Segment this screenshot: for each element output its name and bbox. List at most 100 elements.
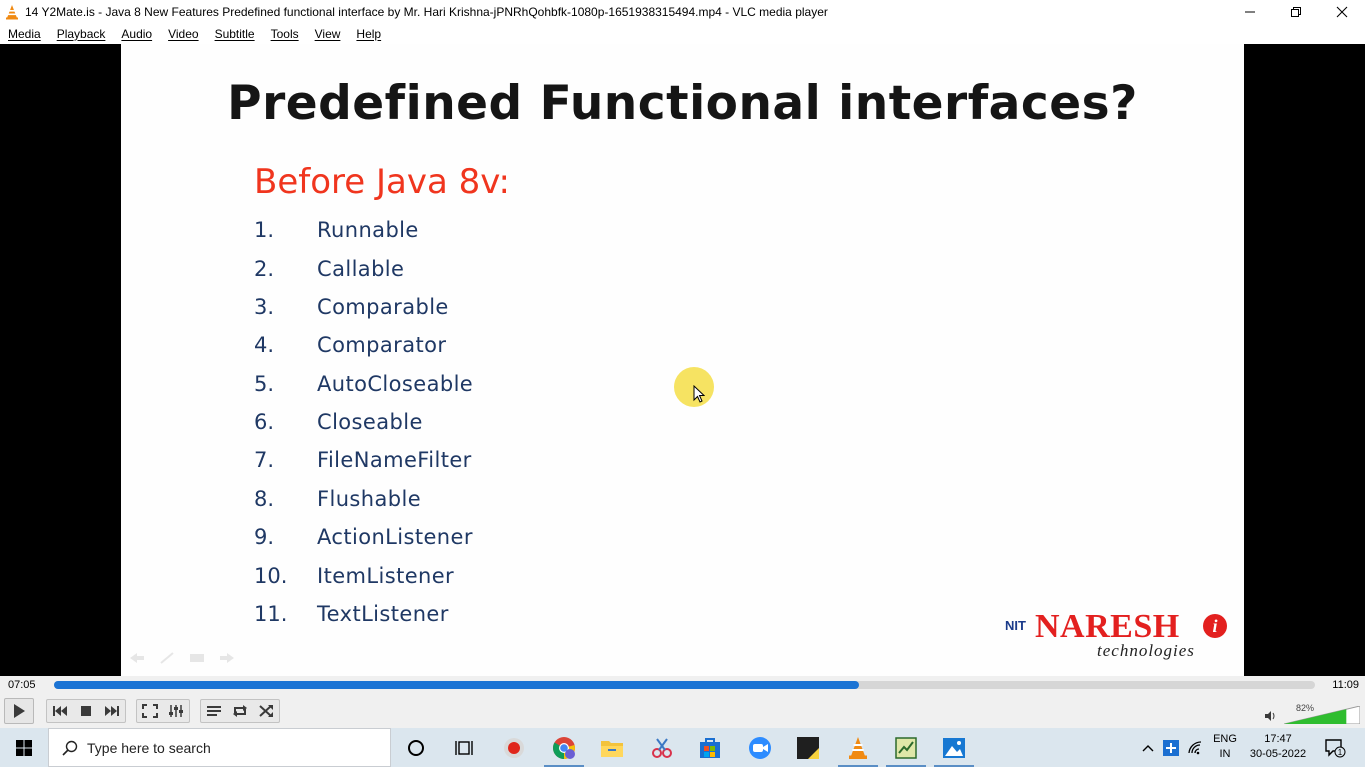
playback-controls: 82% [0,696,1365,728]
cortana-icon [408,739,424,756]
vlc-window: 14 Y2Mate.is - Java 8 New Features Prede… [0,0,1365,767]
pen-icon[interactable] [159,652,175,664]
taskbar-zoom-app[interactable] [736,728,784,767]
task-view-button[interactable] [440,728,488,767]
list-item-number: 6. [254,410,275,434]
close-button[interactable] [1319,0,1365,23]
system-clock[interactable]: 17:47 30-05-2022 [1245,732,1311,762]
previous-slide-icon[interactable] [129,652,145,664]
taskbar-photos-app[interactable] [930,728,978,767]
menu-view[interactable]: View [315,27,341,41]
list-item-label: Comparable [317,295,449,319]
search-icon [62,740,78,756]
vlc-cone-icon [4,4,20,20]
menu-media[interactable]: Media [8,27,41,41]
tray-app-button[interactable] [1160,728,1182,767]
next-slide-icon[interactable] [219,652,235,664]
slide-menu-icon[interactable] [189,652,205,664]
total-time: 11:09 [1332,679,1359,691]
cortana-button[interactable] [392,728,440,767]
slide-subtitle: Before Java 8v: [254,162,510,202]
start-button[interactable] [0,728,48,767]
taskbar-snipping-app[interactable] [638,728,686,767]
previous-button[interactable] [47,699,73,723]
taskbar-explorer-app[interactable] [588,728,636,767]
fullscreen-button[interactable] [137,699,163,723]
logo-mark: NIT [1005,618,1026,633]
menu-help[interactable]: Help [356,27,381,41]
taskbar-sticky-notes-app[interactable] [784,728,832,767]
windows-logo-icon [16,739,32,756]
shuffle-icon [259,705,273,717]
extended-settings-button[interactable] [163,699,189,723]
taskbar-chrome-app[interactable] [540,728,588,767]
notification-icon: 1 [1325,738,1346,757]
equalizer-icon [169,705,183,717]
list-item-number: 4. [254,333,275,357]
chrome-icon [553,736,575,759]
taskbar-recorder-app[interactable] [490,728,538,767]
photos-icon [943,737,965,758]
stop-button[interactable] [73,699,99,723]
playlist-icon [207,706,221,716]
list-item-label: ActionListener [317,525,473,549]
menu-video[interactable]: Video [168,27,198,41]
minimize-button[interactable] [1227,0,1273,23]
list-item-number: 5. [254,372,275,396]
playlist-button[interactable] [201,699,227,723]
taskbar-vlc-app[interactable] [834,728,882,767]
menu-subtitle[interactable]: Subtitle [215,27,255,41]
clock-time: 17:47 [1264,733,1292,745]
loop-icon [233,705,247,717]
list-item-label: TextListener [317,602,449,626]
next-button[interactable] [99,699,125,723]
title-bar: 14 Y2Mate.is - Java 8 New Features Prede… [0,0,1365,23]
list-item-number: 3. [254,295,275,319]
list-item-label: Callable [317,257,405,281]
vlc-cone-icon [849,736,867,759]
slide-title: Predefined Functional interfaces? [227,76,1138,131]
plus-tray-icon [1163,739,1179,756]
list-item-label: Flushable [317,487,422,511]
search-input[interactable] [87,737,377,759]
taskbar-store-app[interactable] [686,728,734,767]
window-title: 14 Y2Mate.is - Java 8 New Features Prede… [25,4,828,19]
play-button[interactable] [4,698,34,724]
list-item-number: 11. [254,602,288,626]
folder-icon [601,740,623,757]
minimize-icon [1245,11,1255,12]
taskbar-whiteboard-app[interactable] [882,728,930,767]
loop-button[interactable] [227,699,253,723]
notifications-button[interactable]: 1 [1318,728,1352,767]
notification-count: 1 [1338,748,1343,757]
restore-button[interactable] [1273,0,1319,23]
elapsed-time: 07:05 [8,679,36,691]
video-area[interactable]: Predefined Functional interfaces? Before… [0,44,1365,676]
store-icon [700,737,720,758]
seek-row: 07:05 11:09 [0,676,1365,696]
speaker-icon[interactable] [1264,710,1276,722]
sticky-notes-icon [797,736,819,759]
menu-bar: Media Playback Audio Video Subtitle Tool… [0,23,1365,44]
language-code: ENG [1213,733,1237,745]
skip-forward-icon [105,706,119,716]
list-item-number: 10. [254,564,288,588]
task-view-icon [455,740,473,755]
menu-audio[interactable]: Audio [121,27,152,41]
seek-slider[interactable] [54,681,1315,689]
slideshow-nav [129,652,235,664]
list-item-label: Runnable [317,218,419,242]
input-language[interactable]: ENG IN [1210,732,1240,762]
shuffle-button[interactable] [253,699,279,723]
taskbar-search[interactable] [48,728,391,767]
list-item-label: Closeable [317,410,423,434]
seek-progress [54,681,859,689]
list-item-number: 2. [254,257,275,281]
menu-tools[interactable]: Tools [271,27,299,41]
show-hidden-icons-button[interactable] [1138,728,1158,767]
network-button[interactable] [1185,728,1207,767]
volume-slider[interactable] [1284,706,1360,724]
wifi-icon [1188,740,1202,754]
menu-playback[interactable]: Playback [57,27,106,41]
language-region: IN [1219,748,1231,760]
